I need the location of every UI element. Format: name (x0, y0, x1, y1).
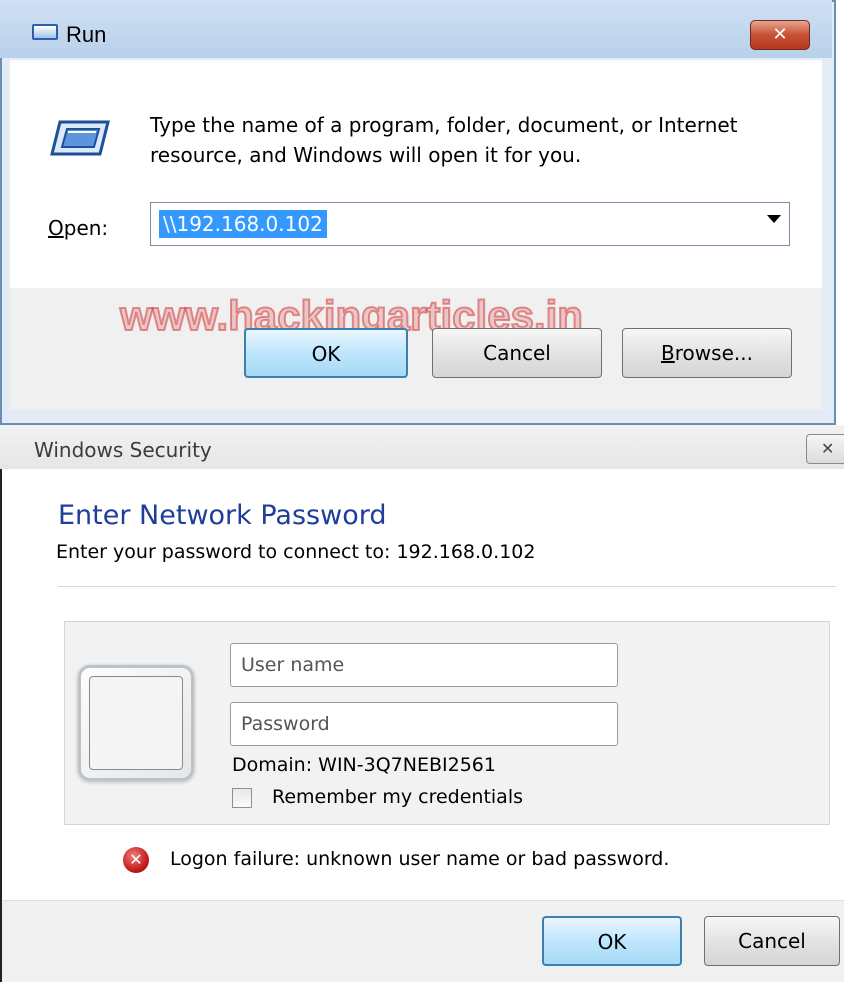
user-tile-icon (78, 665, 194, 781)
run-ok-button[interactable]: OK (244, 328, 408, 378)
username-input[interactable] (230, 643, 618, 687)
remember-credentials-label[interactable]: Remember my credentials (272, 786, 523, 808)
user-tile-frame (89, 676, 183, 770)
domain-label: Domain: WIN-3Q7NEBI2561 (232, 754, 496, 776)
security-dialog-title: Windows Security (34, 438, 212, 462)
chevron-down-icon[interactable] (767, 215, 781, 223)
run-cancel-button[interactable]: Cancel (432, 328, 602, 378)
security-ok-button[interactable]: OK (542, 916, 682, 966)
remember-credentials-checkbox[interactable] (232, 788, 252, 808)
run-close-button[interactable]: ✕ (750, 20, 810, 50)
security-heading: Enter Network Password (58, 500, 387, 531)
security-cancel-button[interactable]: Cancel (704, 916, 840, 966)
security-close-button[interactable]: ✕ (806, 434, 844, 464)
open-label: Open: (48, 216, 109, 240)
security-subheading: Enter your password to connect to: 192.1… (56, 541, 536, 563)
open-input-value[interactable]: \\192.168.0.102 (159, 210, 327, 238)
run-icon (50, 120, 110, 156)
password-input[interactable] (230, 702, 618, 746)
run-dialog-title: Run (66, 22, 107, 47)
run-icon (32, 24, 58, 40)
run-description: Type the name of a program, folder, docu… (150, 113, 738, 167)
run-titlebar[interactable] (0, 0, 832, 58)
run-browse-button[interactable]: Browse... (622, 328, 792, 378)
open-combobox[interactable]: \\192.168.0.102 (150, 202, 790, 246)
error-message: Logon failure: unknown user name or bad … (170, 848, 670, 870)
error-icon: ✕ (123, 847, 149, 873)
divider (58, 586, 836, 587)
